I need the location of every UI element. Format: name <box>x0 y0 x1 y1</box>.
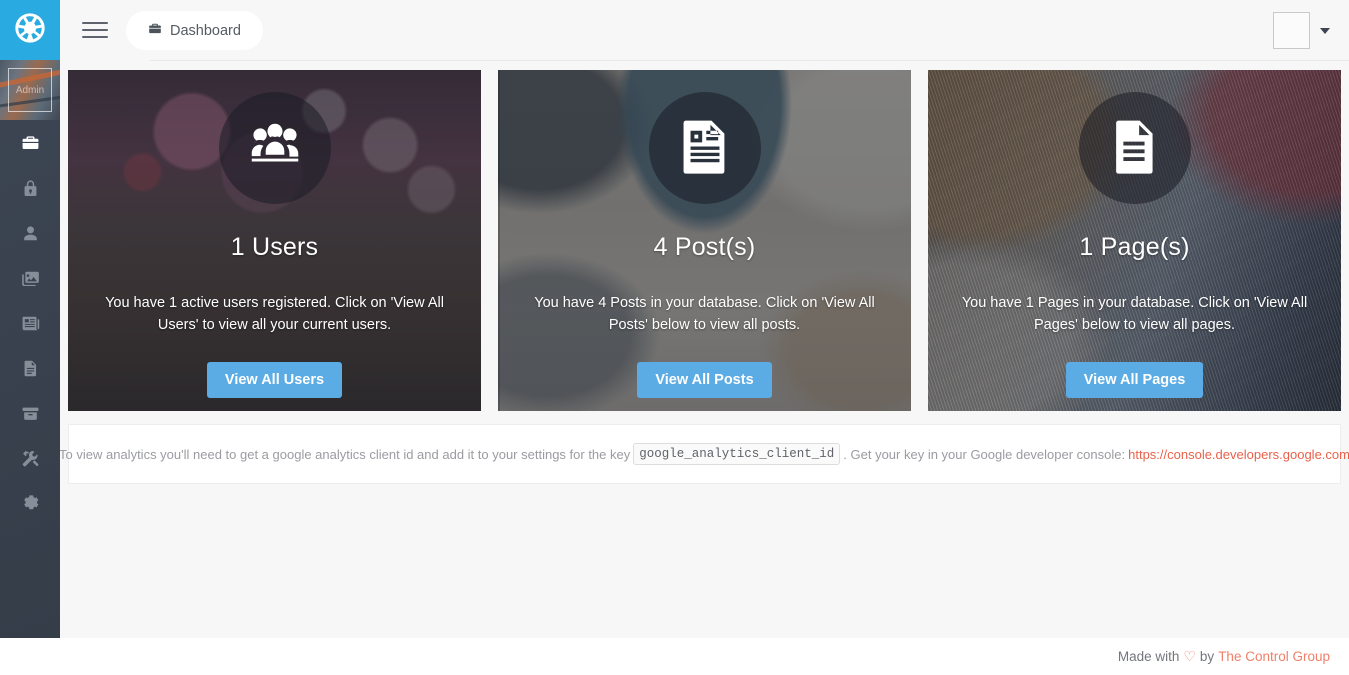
breadcrumb[interactable]: Dashboard <box>126 11 263 50</box>
avatar[interactable] <box>1273 12 1310 49</box>
analytics-notice-text-before: To view analytics you'll need to get a g… <box>59 446 631 462</box>
dashboard-page: Admin Dashboard 1 Users You have 1 activ… <box>0 0 1349 675</box>
google-developer-console-link[interactable]: https://console.developers.google.com <box>1128 447 1349 462</box>
newspaper-icon <box>674 115 736 182</box>
group-users-icon <box>244 115 306 182</box>
sidebar-item-tools[interactable] <box>0 438 60 483</box>
sidebar-user-avatar[interactable]: Admin <box>0 60 60 120</box>
profile-menu[interactable] <box>1273 12 1330 49</box>
hamburger-bar-1 <box>82 22 108 24</box>
sidebar-item-users[interactable] <box>0 213 60 258</box>
view-all-users-button[interactable]: View All Users <box>206 362 343 398</box>
card-icon-badge <box>648 92 761 204</box>
breadcrumb-label: Dashboard <box>170 22 241 39</box>
hamburger-bar-3 <box>82 36 108 38</box>
sidebar-item-roles[interactable] <box>0 168 60 213</box>
sidebar-item-settings[interactable] <box>0 483 60 528</box>
hamburger-bar-2 <box>82 29 108 31</box>
newspaper-icon <box>21 314 40 338</box>
file-text-icon <box>1104 115 1166 182</box>
card-icon-badge <box>218 92 331 204</box>
footer: Made with ♡ by The Control Group <box>0 638 1349 675</box>
sidebar-item-pages[interactable] <box>0 348 60 393</box>
footer-by-label: by <box>1199 649 1215 664</box>
view-all-posts-button[interactable]: View All Posts <box>637 362 772 398</box>
card-title: 4 Post(s) <box>653 233 756 261</box>
card-description: You have 1 Pages in your database. Click… <box>961 295 1308 333</box>
user-icon <box>21 224 40 248</box>
sidebar-item-media[interactable] <box>0 258 60 303</box>
caret-down-icon[interactable] <box>1320 27 1330 34</box>
card-icon-badge <box>1078 92 1191 204</box>
sidebar-item-dashboard[interactable] <box>0 123 60 168</box>
footer-made-with-label: Made with <box>1117 649 1180 664</box>
main-content: 1 Users You have 1 active users register… <box>59 61 1349 638</box>
file-text-icon <box>21 359 40 383</box>
gear-icon <box>21 494 40 518</box>
analytics-notice: To view analytics you'll need to get a g… <box>59 424 1349 484</box>
briefcase-icon <box>148 22 162 40</box>
lock-icon <box>21 179 40 203</box>
card-description: You have 1 active users registered. Clic… <box>105 295 444 333</box>
card-description: You have 4 Posts in your database. Click… <box>534 295 875 333</box>
ship-wheel-icon <box>14 12 46 49</box>
card-title: 1 Page(s) <box>1079 233 1190 261</box>
heart-outline-icon: ♡ <box>1183 648 1196 664</box>
stat-card-posts: 4 Post(s) You have 4 Posts in your datab… <box>498 70 911 411</box>
stat-card-users: 1 Users You have 1 active users register… <box>68 70 481 411</box>
card-title: 1 Users <box>230 233 319 261</box>
hamburger-icon[interactable] <box>82 18 108 42</box>
briefcase-icon <box>21 134 40 158</box>
tools-icon <box>21 449 40 473</box>
stat-card-pages: 1 Page(s) You have 1 Pages in your datab… <box>928 70 1341 411</box>
sidebar-item-posts[interactable] <box>0 303 60 348</box>
stat-cards: 1 Users You have 1 active users register… <box>68 70 1341 411</box>
images-icon <box>21 269 40 293</box>
analytics-notice-text-after: . Get your key in your Google developer … <box>843 446 1126 462</box>
the-control-group-link[interactable]: The Control Group <box>1218 649 1330 664</box>
avatar-image-placeholder: Admin <box>8 68 52 112</box>
sidebar-nav <box>0 120 60 528</box>
top-header: Dashboard <box>60 0 1349 61</box>
view-all-pages-button[interactable]: View All Pages <box>1065 362 1204 398</box>
archive-icon <box>21 404 40 428</box>
analytics-config-key: google_analytics_client_id <box>633 443 841 465</box>
sidebar-item-modules[interactable] <box>0 393 60 438</box>
app-logo[interactable] <box>0 0 60 60</box>
sidebar: Admin <box>0 0 60 638</box>
